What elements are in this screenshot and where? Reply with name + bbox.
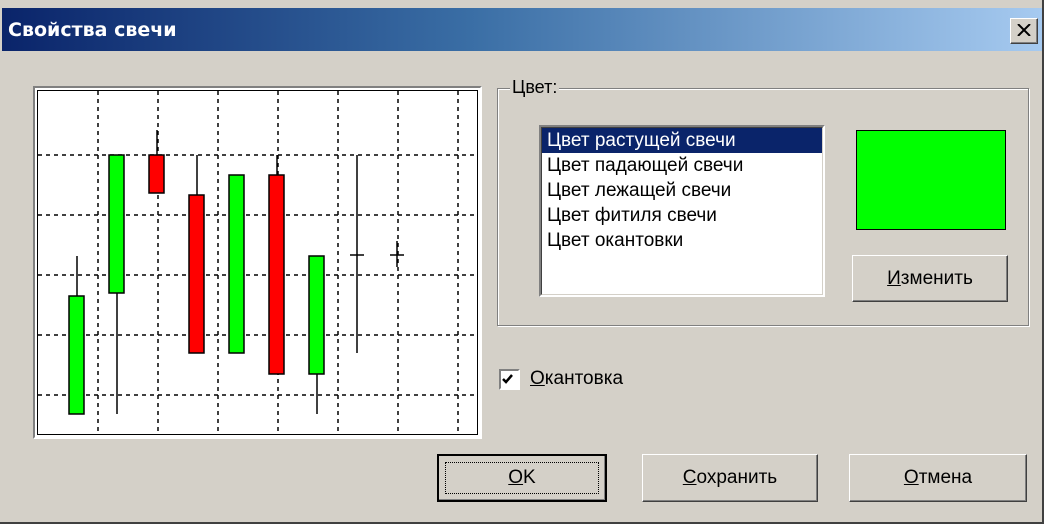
color-listbox-inner: Цвет растущей свечи Цвет падающей свечи …	[541, 127, 823, 295]
candle-4	[188, 194, 205, 354]
color-listbox[interactable]: Цвет растущей свечи Цвет падающей свечи …	[539, 125, 825, 297]
check-mark-icon	[502, 374, 513, 384]
cancel-button[interactable]: Отмена	[849, 454, 1027, 502]
candle-1	[68, 295, 85, 415]
list-item-border-color[interactable]: Цвет окантовки	[542, 228, 822, 253]
preview-grid	[38, 91, 477, 434]
list-item-rising-candle-color[interactable]: Цвет растущей свечи	[542, 128, 822, 153]
candle-6	[268, 174, 285, 375]
title-bar: Свойства свечи	[2, 8, 1042, 51]
list-item-wick-color[interactable]: Цвет фитиля свечи	[542, 203, 822, 228]
border-checkbox[interactable]	[499, 369, 520, 390]
border-checkbox-label[interactable]: Окантовка	[530, 368, 623, 390]
cancel-label: тмена	[918, 467, 973, 488]
save-button[interactable]: Сохранить	[642, 454, 818, 502]
close-button[interactable]	[1010, 18, 1038, 44]
close-icon	[1017, 24, 1031, 36]
change-color-button[interactable]: Изменить	[852, 255, 1008, 302]
window-title: Свойства свечи	[8, 19, 177, 41]
change-accel-letter: И	[887, 268, 901, 289]
ok-button[interactable]: OK	[437, 454, 607, 502]
border-accel-letter: О	[530, 368, 545, 389]
list-item-falling-candle-color[interactable]: Цвет падающей свечи	[542, 153, 822, 178]
cancel-accel-letter: О	[903, 467, 919, 488]
save-label: охранить	[696, 467, 778, 488]
candle-3	[148, 154, 165, 194]
preview-chart	[38, 91, 477, 434]
list-item-flat-candle-color[interactable]: Цвет лежащей свечи	[542, 178, 822, 203]
save-accel-letter: С	[682, 467, 697, 488]
color-swatch	[856, 130, 1006, 230]
candle-5	[228, 174, 245, 354]
border-label-text: кантовка	[544, 368, 624, 389]
preview-canvas	[37, 90, 478, 435]
color-group-legend: Цвет:	[510, 77, 560, 98]
focus-rect	[445, 462, 599, 494]
candle-2	[108, 154, 125, 294]
candle-preview	[33, 86, 482, 439]
candle-7	[308, 255, 325, 375]
candle-properties-dialog: Свойства свечи Цвет: Цвет растущей свечи…	[0, 0, 1044, 524]
change-label: зменить	[900, 268, 973, 289]
preview-candles	[68, 130, 404, 415]
